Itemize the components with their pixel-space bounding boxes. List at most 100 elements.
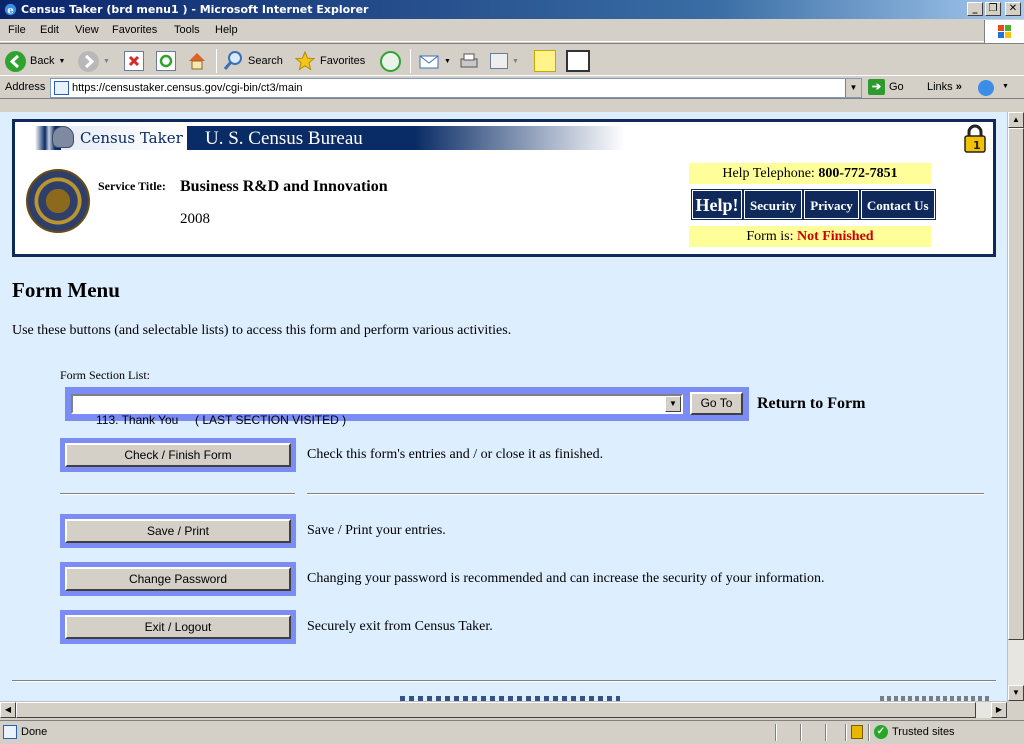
standard-toolbar: Back ▼ ▼ Search Favorites ▼ ▼ [0,43,1024,76]
history-icon [380,50,401,72]
windows-flag-icon [998,25,1011,38]
vertical-scroll-thumb[interactable] [1008,128,1024,640]
minimize-button[interactable]: _ [967,2,983,16]
scroll-down-icon[interactable]: ▼ [1008,685,1024,701]
status-separator [775,724,777,741]
status-bar: Done ✓ Trusted sites [0,720,1024,744]
contact-us-link[interactable]: Contact Us [859,189,936,220]
address-dropdown-icon[interactable]: ▼ [845,79,861,97]
help-telephone: Help Telephone: 800-772-7851 [689,163,931,184]
form-status-value: Not Finished [796,229,874,244]
survey-year: 2008 [180,211,210,227]
footer-divider [12,680,996,682]
status-text: Done [21,726,48,738]
go-arrow-icon: ➔ [868,79,885,95]
messenger-icon [566,50,590,72]
go-to-button[interactable]: Go To [690,392,743,415]
check-finish-group: Check / Finish Form [60,438,296,472]
scrollbar-corner [1007,701,1024,718]
mail-button[interactable]: ▼ [418,48,451,74]
section-select-dropdown-icon[interactable]: ▼ [665,396,681,412]
discuss-icon [534,50,556,72]
address-input[interactable]: https://censustaker.census.gov/cgi-bin/c… [50,78,862,98]
help-telephone-number: 800-772-7851 [818,166,898,181]
menu-help[interactable]: Help [215,24,238,36]
forward-dropdown-icon[interactable]: ▼ [103,58,110,65]
help-link[interactable]: Help! [691,189,743,220]
horizontal-scrollbar[interactable]: ◀ ▶ [0,701,1007,718]
window-titlebar[interactable]: e Census Taker (brd menu1 ) - Microsoft … [0,0,1024,19]
refresh-button[interactable] [156,48,176,74]
scroll-up-icon[interactable]: ▲ [1008,112,1024,128]
menu-favorites[interactable]: Favorites [112,24,157,36]
menu-bar: File Edit View Favorites Tools Help [0,20,1024,42]
edit-dropdown-icon[interactable]: ▼ [512,58,519,65]
page-title: Form Menu [12,278,120,302]
svg-text:e: e [7,4,14,16]
search-button[interactable]: Search [222,48,283,74]
svg-text:1: 1 [973,139,981,152]
agency-name: U. S. Census Bureau [205,128,363,149]
forward-icon [78,50,99,72]
divider [307,493,984,495]
address-url: https://censustaker.census.gov/cgi-bin/c… [72,82,303,94]
favorites-button[interactable]: Favorites [294,48,365,74]
mail-icon [419,55,439,69]
messenger-button[interactable] [566,48,590,74]
discuss-button[interactable] [534,48,556,74]
back-dropdown-icon[interactable]: ▼ [58,58,65,65]
print-icon [460,53,478,68]
save-print-button[interactable]: Save / Print [65,519,291,543]
service-title: Business R&D and Innovation [180,178,388,195]
favorites-label: Favorites [320,55,366,67]
help-telephone-label: Help Telephone: [722,166,815,181]
ie-icon: e [4,3,17,16]
horizontal-scroll-thumb[interactable] [16,702,976,718]
exit-logout-button[interactable]: Exit / Logout [65,615,291,639]
links-button[interactable]: Links » [927,81,962,93]
page-status-icon [3,725,17,739]
menu-edit[interactable]: Edit [40,24,59,36]
links-label: Links [927,81,953,93]
section-select[interactable]: 113. Thank You ( LAST SECTION VISITED ) … [71,394,683,427]
security-zone-label: Trusted sites [892,726,955,738]
commerce-seal-logo [26,169,90,233]
print-button[interactable] [458,48,480,74]
service-title-label: Service Title: [98,179,166,193]
history-button[interactable] [380,48,401,74]
scroll-right-icon[interactable]: ▶ [991,702,1007,718]
privacy-link[interactable]: Privacy [803,189,860,220]
home-icon [189,53,205,70]
section-select-value: 113. Thank You ( LAST SECTION VISITED ) [96,413,347,427]
close-button[interactable]: ✕ [1005,2,1021,16]
menu-file[interactable]: File [8,24,26,36]
status-separator [845,724,847,741]
scroll-left-icon[interactable]: ◀ [0,702,16,718]
links-extra-icon[interactable] [978,80,994,96]
back-button[interactable]: Back ▼ [5,48,65,74]
app-name: Census Taker [80,129,183,147]
status-separator [800,724,802,741]
ssl-lock-icon[interactable] [851,725,863,739]
maximize-button[interactable]: ❐ [985,2,1001,16]
change-password-button[interactable]: Change Password [65,567,291,591]
mail-dropdown-icon[interactable]: ▼ [444,58,451,65]
security-zone[interactable]: ✓ Trusted sites [874,725,955,739]
stop-button[interactable] [124,48,144,74]
check-finish-button[interactable]: Check / Finish Form [65,443,291,467]
security-link[interactable]: Security [742,189,804,220]
census-taker-figure-icon [52,126,74,148]
edit-button[interactable]: ▼ [490,48,519,74]
window-title: Census Taker (brd menu1 ) - Microsoft In… [21,3,369,16]
window-controls: _ ❐ ✕ [967,2,1021,16]
links-extra-dropdown-icon[interactable]: ▼ [1002,83,1009,90]
forward-button[interactable]: ▼ [78,48,110,74]
menu-tools[interactable]: Tools [174,24,200,36]
go-button[interactable]: ➔ Go [868,79,904,95]
page-icon [54,81,69,95]
status-separator [868,724,870,741]
return-to-form-link[interactable]: Return to Form [757,395,865,413]
home-button[interactable] [186,48,208,74]
menu-view[interactable]: View [75,24,99,36]
vertical-scrollbar[interactable]: ▲ ▼ [1007,112,1024,701]
